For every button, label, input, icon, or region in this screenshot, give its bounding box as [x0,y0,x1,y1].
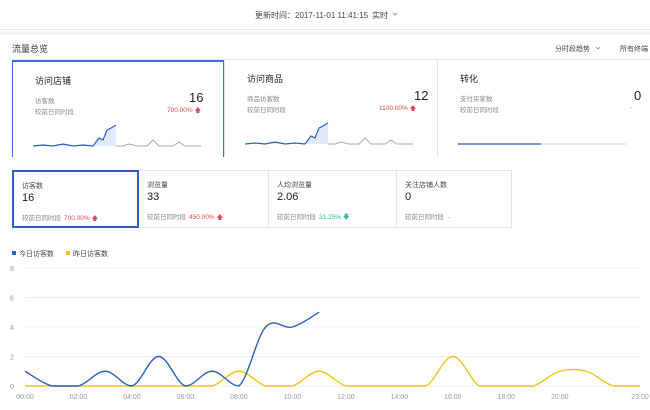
x-tick-label: 23:00 [631,394,649,401]
metric-change: 450.00% 🡅 [189,214,223,221]
metric-avg-pageviews[interactable]: 人均浏览量 2.06 较前日同时段 31.25% 🡇 [269,170,397,228]
legend-item-today[interactable]: 今日访客数 [12,251,54,258]
metric-change-text: 31.25% [319,214,342,221]
metric-label: 浏览量 [147,182,168,189]
section-title: 流量总览 [12,44,49,54]
y-tick-label: 2 [10,355,14,362]
x-tick-label: 10:00 [284,394,302,401]
update-time: 更新时间：2017-11-01 11:41:15 [255,11,369,20]
chevron-down-icon [392,12,398,16]
metric-compare: 较前日同时段 31.25% 🡇 [277,211,350,224]
card-change-text: 700.00% [167,107,193,114]
arrow-up-icon: 🡅 [409,105,417,112]
overview-cards: 访问店铺 访客数 较前日同时段 16 700.00% 🡅 访问商品 商品访客数 … [12,59,650,157]
metric-change-text: 700.00% [64,215,90,222]
card-visit-store[interactable]: 访问店铺 访客数 较前日同时段 16 700.00% 🡅 [12,60,224,157]
metric-change: 31.25% 🡇 [319,214,350,221]
metric-label: 关注店铺人数 [405,182,447,189]
metric-label: 访客数 [22,183,43,190]
card-change: - [630,104,633,111]
card-compare-label: 较前日同时段 [247,107,286,114]
metric-value: 2.06 [277,191,299,203]
card-value: 16 [189,90,204,105]
realtime-label: 实时 [372,11,388,20]
y-tick-label: 8 [10,266,14,273]
card-title: 转化 [460,74,479,84]
metrics-row: 访客数 16 较前日同时段 700.00% 🡅 浏览量 33 较前日同时段 450.… [12,170,512,228]
terminal-select[interactable]: 所有终端 [620,44,648,54]
metric-pageviews[interactable]: 浏览量 33 较前日同时段 450.00% 🡅 [139,170,269,228]
metric-compare: 较前日同时段 450.00% 🡅 [147,211,223,224]
realtime-dropdown[interactable]: 实时 [372,10,398,21]
trend-select-label: 分时段趋势 [555,46,590,53]
card-value: 12 [414,88,429,103]
x-tick-label: 14:00 [391,394,409,401]
x-tick-label: 02:00 [70,394,88,401]
chevron-down-icon [595,46,601,50]
card-change-text: 1100.00% [379,105,408,112]
series-line-yesterday [24,355,640,387]
card-conversion[interactable]: 转化 支付买家数 较前日同时段 0 - [438,60,650,157]
arrow-down-icon: 🡇 [342,214,350,221]
metric-compare-label: 较前日同时段 [405,214,444,221]
card-visit-goods[interactable]: 访问商品 商品访客数 较前日同时段 12 1100.00% 🡅 [225,60,437,157]
legend-label: 昨日访客数 [72,251,108,258]
trend-select[interactable]: 分时段趋势 [555,44,601,54]
visitor-trend-chart: 0 2 4 6 8 00:00 02:00 04:00 06:00 08:00 10:00 12:00… [10,266,649,401]
metric-value: 0 [405,191,412,203]
metric-visitors[interactable]: 访客数 16 较前日同时段 700.00% 🡅 [12,170,139,228]
legend-item-yesterday[interactable]: 昨日访客数 [65,251,108,258]
metric-compare: 较前日同时段 - [405,211,450,221]
x-tick-label: 06:00 [177,394,195,401]
x-tick-label: 18:00 [498,394,516,401]
card-change: 1100.00% 🡅 [379,104,416,115]
metric-value: 33 [147,191,160,203]
metric-change: 700.00% 🡅 [64,215,98,222]
metric-compare-label: 较前日同时段 [277,214,316,221]
y-tick-label: 0 [10,384,14,391]
card-value: 0 [634,88,642,103]
x-tick-label: 16:00 [444,394,462,401]
x-tick-label: 08:00 [230,394,248,401]
metric-compare-label: 较前日同时段 [22,215,61,222]
legend-label: 今日访客数 [19,251,54,258]
card-compare-label: 较前日同时段 [460,107,499,114]
x-tick-label: 00:00 [16,394,34,401]
x-tick-label: 12:00 [337,394,355,401]
y-tick-label: 4 [10,325,14,332]
metric-change: - [448,214,451,221]
metric-compare-label: 较前日同时段 [147,214,186,221]
metric-change-text: 450.00% [189,214,215,221]
arrow-up-icon: 🡅 [91,215,99,222]
series-line-today [24,311,320,387]
card-change: 700.00% 🡅 [167,106,201,117]
sparkline-conversion [458,143,626,145]
sparkline-goods [245,122,413,145]
legend-swatch [12,251,16,255]
arrow-up-icon: 🡅 [216,214,224,221]
metric-value: 16 [22,192,35,204]
card-metric-label: 商品访客数 [247,96,280,103]
metric-label: 人均浏览量 [277,182,312,189]
card-metric-label: 支付买家数 [460,96,493,103]
card-compare-label: 较前日同时段 [35,109,74,116]
section-gap [0,31,650,35]
card-metric-label: 访客数 [35,98,55,105]
arrow-up-icon: 🡅 [194,107,202,114]
metric-compare: 较前日同时段 700.00% 🡅 [22,212,98,225]
metric-followers[interactable]: 关注店铺人数 0 较前日同时段 - [397,170,512,228]
sparkline-store [33,124,201,147]
top-bar: 更新时间：2017-11-01 11:41:15 实时 [0,0,650,30]
card-title: 访问店铺 [35,76,72,86]
card-title: 访问商品 [247,74,284,84]
x-tick-label: 04:00 [123,394,141,401]
y-tick-label: 6 [10,296,14,303]
x-tick-label: 20:00 [551,394,569,401]
legend-swatch [65,251,70,255]
